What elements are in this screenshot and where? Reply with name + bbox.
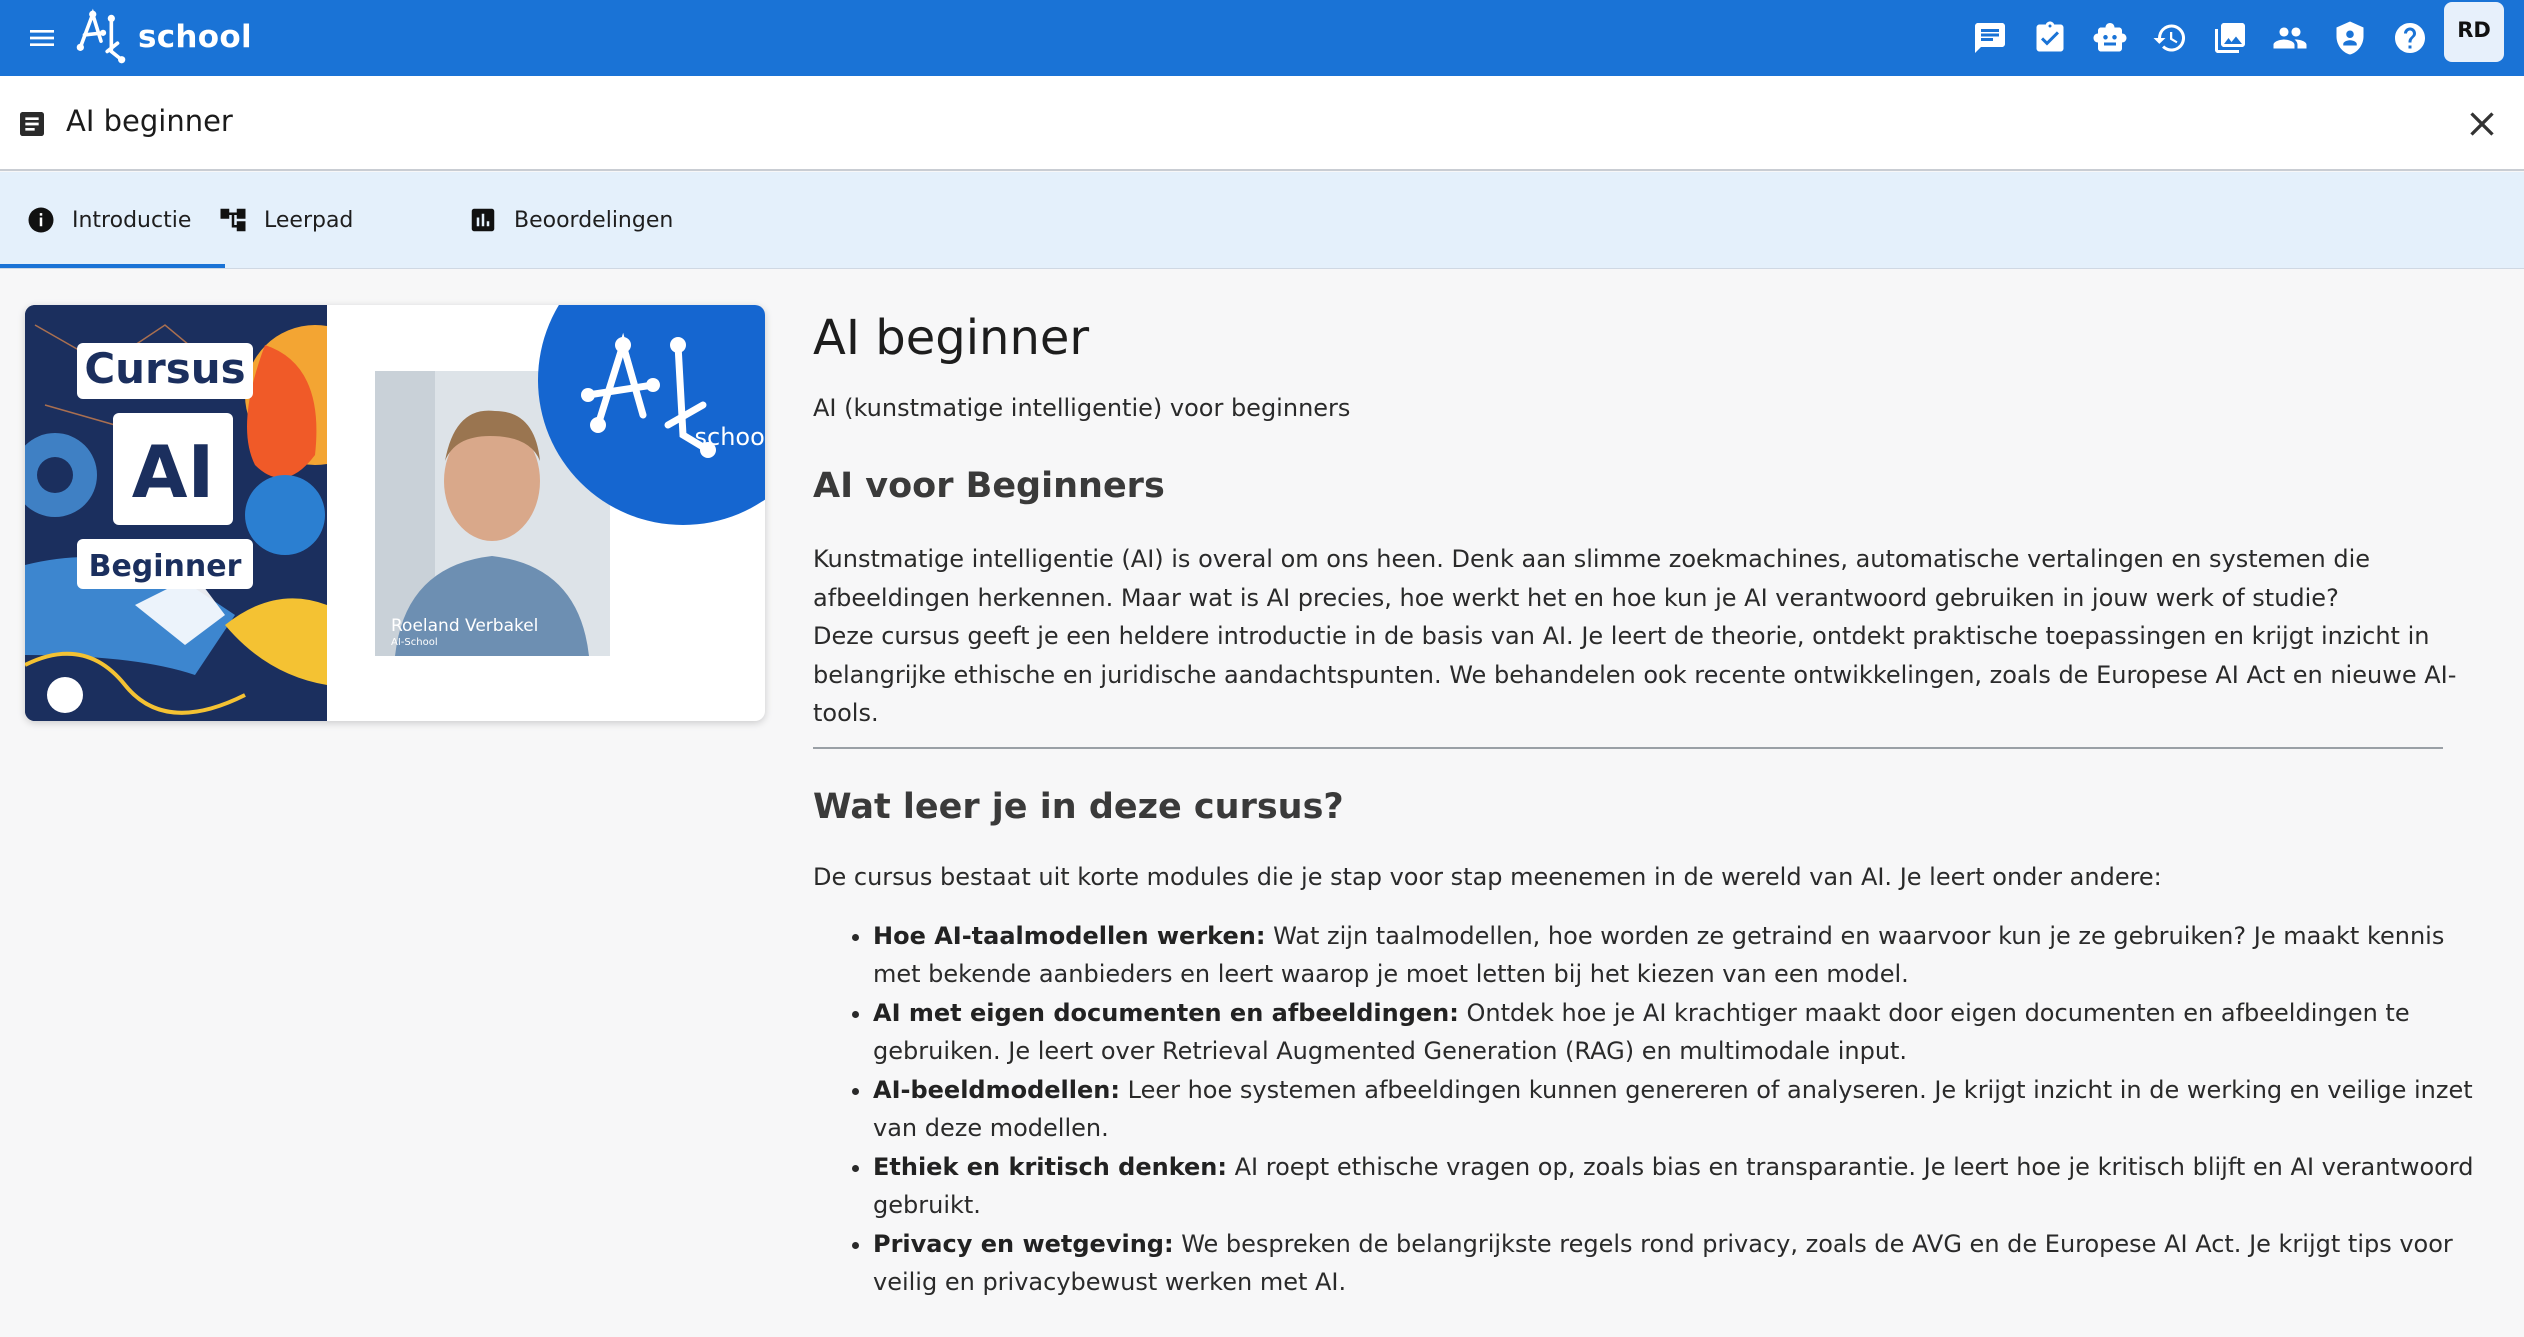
course-title: AI beginner bbox=[813, 310, 1090, 366]
instructor-name: Roeland Verbakel bbox=[391, 616, 539, 636]
history-icon[interactable] bbox=[2146, 14, 2194, 62]
assignment-icon[interactable] bbox=[2026, 14, 2074, 62]
list-item: Hoe AI-taalmodellen werken: Wat zijn taa… bbox=[873, 917, 2493, 994]
logo-word: school bbox=[695, 423, 765, 451]
badge-main-text: AI bbox=[132, 430, 215, 514]
tree-icon bbox=[220, 208, 246, 232]
ai-logo-icon bbox=[76, 8, 126, 64]
ai-logo-icon: school bbox=[581, 332, 765, 458]
paragraph-line: Deze cursus geeft je een heldere introdu… bbox=[813, 622, 2457, 727]
close-icon[interactable] bbox=[2462, 104, 2502, 144]
tab-bar: Introductie Leerpad Beoordelingen bbox=[0, 172, 2524, 269]
section-paragraph: Kunstmatige intelligentie (AI) is overal… bbox=[813, 540, 2493, 733]
abstract-pattern-graphic: Cursus AI Beginner bbox=[25, 305, 327, 721]
app-logo[interactable]: school bbox=[70, 4, 252, 70]
chat-icon[interactable] bbox=[1966, 14, 2014, 62]
tab-leerpad[interactable]: Leerpad bbox=[218, 172, 353, 268]
topic-title: Ethiek en kritisch denken: bbox=[873, 1152, 1227, 1181]
topic-title: AI-beeldmodellen: bbox=[873, 1075, 1120, 1104]
robot-icon[interactable] bbox=[2086, 14, 2134, 62]
instructor-org: AI-School bbox=[391, 637, 438, 648]
course-subtitle: AI (kunstmatige intelligentie) voor begi… bbox=[813, 394, 1351, 422]
course-banner: Cursus AI Beginner bbox=[25, 305, 327, 721]
page-header: AI beginner bbox=[0, 76, 2524, 171]
logo-text: school bbox=[138, 19, 252, 55]
ai-school-logo: school bbox=[538, 305, 765, 525]
tab-introductie[interactable]: Introductie bbox=[0, 172, 226, 268]
course-image: Cursus AI Beginner Roeland Verbakel AI-S… bbox=[25, 305, 765, 721]
security-icon[interactable] bbox=[2326, 14, 2374, 62]
badge-top-text: Cursus bbox=[84, 344, 245, 393]
app-bar: school RD bbox=[0, 0, 2524, 76]
document-icon bbox=[16, 108, 48, 140]
tab-label: Beoordelingen bbox=[514, 207, 674, 233]
page-title: AI beginner bbox=[66, 104, 233, 138]
help-icon[interactable] bbox=[2386, 14, 2434, 62]
topic-title: Hoe AI-taalmodellen werken: bbox=[873, 921, 1266, 950]
gallery-icon[interactable] bbox=[2206, 14, 2254, 62]
list-item: AI-beeldmodellen: Leer hoe systemen afbe… bbox=[873, 1071, 2493, 1148]
topic-title: AI met eigen documenten en afbeeldingen: bbox=[873, 998, 1459, 1027]
section-title: AI voor Beginners bbox=[813, 466, 1165, 506]
section-title: Wat leer je in deze cursus? bbox=[813, 786, 1344, 827]
paragraph-line: Kunstmatige intelligentie (AI) is overal… bbox=[813, 545, 2371, 612]
topic-list: Hoe AI-taalmodellen werken: Wat zijn taa… bbox=[813, 917, 2493, 1302]
people-icon[interactable] bbox=[2266, 14, 2314, 62]
chart-icon bbox=[471, 208, 495, 232]
section-intro: De cursus bestaat uit korte modules die … bbox=[813, 862, 2162, 891]
tab-beoordelingen[interactable]: Beoordelingen bbox=[468, 172, 673, 268]
badge-bottom-text: Beginner bbox=[89, 549, 242, 584]
info-icon bbox=[28, 207, 54, 233]
menu-icon[interactable] bbox=[26, 22, 58, 54]
course-description: AI beginner AI (kunstmatige intelligenti… bbox=[813, 300, 2493, 1302]
divider bbox=[813, 746, 2443, 749]
list-item: Privacy en wetgeving: We bespreken de be… bbox=[873, 1225, 2493, 1302]
tab-label: Introductie bbox=[72, 207, 192, 233]
list-item: AI met eigen documenten en afbeeldingen:… bbox=[873, 994, 2493, 1071]
user-avatar[interactable]: RD bbox=[2444, 2, 2504, 62]
topic-title: Privacy en wetgeving: bbox=[873, 1229, 1174, 1258]
list-item: Ethiek en kritisch denken: AI roept ethi… bbox=[873, 1148, 2493, 1225]
tab-label: Leerpad bbox=[264, 207, 354, 233]
